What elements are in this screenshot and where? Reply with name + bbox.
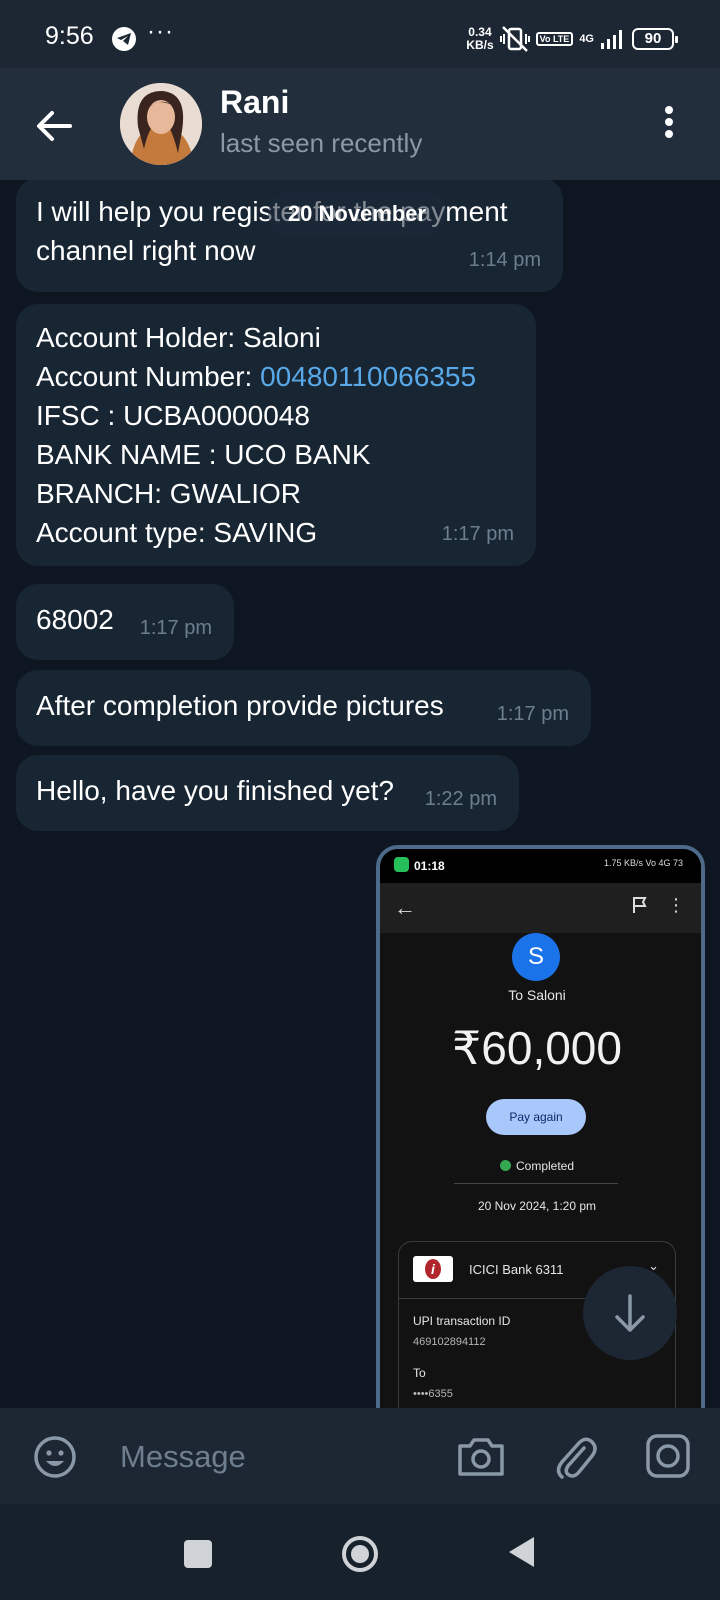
more-notifications-icon: ··· — [147, 18, 174, 45]
more-options-icon[interactable] — [662, 106, 676, 142]
more-vert-icon: ⋮ — [667, 895, 685, 915]
status-time: 9:56 — [45, 22, 94, 50]
screenshot-app-bar: ← ⋮ — [380, 883, 701, 933]
flag-icon — [633, 897, 647, 913]
message-time: 1:17 pm — [496, 703, 569, 725]
home-button[interactable] — [340, 1534, 380, 1574]
check-icon — [499, 1160, 511, 1171]
message-input[interactable] — [120, 1434, 420, 1480]
payment-amount: ₹60,000 — [452, 1022, 622, 1074]
account-number-link[interactable]: 00480110066355 — [260, 361, 476, 392]
pay-again-button: Pay again — [486, 1099, 586, 1135]
message-bubble[interactable]: 68002 1:17 pm — [16, 584, 234, 660]
battery-icon: 90 — [632, 28, 678, 50]
telegram-icon — [112, 27, 136, 51]
arrow-back-icon: ← — [394, 895, 416, 920]
payee-avatar: S — [512, 933, 560, 981]
message-composer — [0, 1408, 720, 1504]
camera-icon[interactable] — [456, 1434, 506, 1480]
message-list[interactable]: I will help you register for the payment… — [0, 180, 720, 1408]
message-bubble[interactable]: After completion provide pictures 1:17 p… — [16, 670, 591, 746]
date-chip: 20 November — [268, 192, 446, 236]
message-bubble[interactable]: Account Holder: Saloni Account Number: 0… — [16, 304, 536, 566]
chat-header: Rani last seen recently — [0, 68, 720, 180]
back-button[interactable] — [32, 104, 76, 148]
scroll-down-button[interactable] — [583, 1266, 677, 1360]
bank-logo: i — [413, 1256, 453, 1282]
system-nav-bar — [0, 1504, 720, 1600]
status-bar: 9:56 ··· 0.34 KB/s Vo LTE 4G 90 — [0, 0, 720, 68]
video-message-icon[interactable] — [644, 1432, 692, 1480]
volte-badge: Vo LTE — [535, 32, 574, 46]
emoji-icon[interactable] — [32, 1434, 78, 1480]
arrow-down-icon — [615, 1294, 645, 1332]
avatar[interactable] — [120, 83, 202, 165]
message-time: 1:17 pm — [139, 617, 212, 639]
contact-status: last seen recently — [220, 128, 423, 158]
recents-button[interactable] — [184, 1540, 212, 1568]
signal-icon — [601, 30, 622, 49]
status-icons: 0.34 KB/s Vo LTE 4G 90 — [466, 24, 678, 54]
vibrate-off-icon — [499, 26, 530, 52]
screenshot-status-bar: 01:18 1.75 KB/s Vo 4G 73 — [380, 849, 701, 883]
message-time: 1:14 pm — [468, 249, 541, 271]
message-time: 1:22 pm — [424, 788, 497, 810]
nav-back-button[interactable] — [506, 1534, 538, 1570]
contact-name[interactable]: Rani — [220, 84, 289, 121]
message-bubble[interactable]: Hello, have you finished yet? 1:22 pm — [16, 755, 519, 831]
net-speed: 0.34 KB/s — [466, 25, 494, 52]
attach-icon[interactable] — [552, 1430, 598, 1482]
network-type: 4G — [579, 32, 594, 45]
call-icon — [394, 857, 409, 872]
message-time: 1:17 pm — [441, 523, 514, 545]
